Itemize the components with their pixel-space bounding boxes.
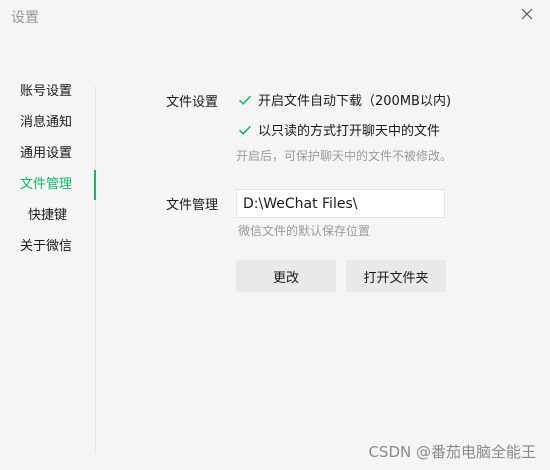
auto-download-label: 开启文件自动下载（200MB以内) <box>258 94 452 109</box>
close-button[interactable] <box>516 3 538 25</box>
sidebar-item-label: 通用设置 <box>20 146 73 161</box>
checkmark-icon <box>237 122 253 138</box>
sidebar-item-label: 账号设置 <box>20 84 73 99</box>
open-folder-button[interactable]: 打开文件夹 <box>346 260 446 292</box>
sidebar-item-general[interactable]: 通用设置 <box>0 138 96 169</box>
watermark: CSDN @番茄电脑全能王 <box>368 443 536 461</box>
checkmark-icon <box>237 92 253 108</box>
file-management-label: 文件管理 <box>166 198 219 213</box>
sidebar: 账号设置 消息通知 通用设置 文件管理 快捷键 关于微信 <box>0 76 96 262</box>
sidebar-item-shortcuts[interactable]: 快捷键 <box>0 200 96 231</box>
active-indicator <box>94 170 96 200</box>
sidebar-item-account[interactable]: 账号设置 <box>0 76 96 107</box>
auto-download-checkbox[interactable]: 开启文件自动下载（200MB以内) <box>237 90 451 109</box>
close-icon <box>521 8 533 20</box>
read-only-label: 以只读的方式打开聊天中的文件 <box>258 124 441 139</box>
sidebar-item-label: 快捷键 <box>28 208 68 223</box>
read-only-hint: 开启后，可保护聊天中的文件不被修改。 <box>236 149 453 163</box>
file-path-field[interactable] <box>236 189 445 218</box>
sidebar-item-label: 文件管理 <box>20 177 73 192</box>
sidebar-item-label: 消息通知 <box>20 115 73 130</box>
sidebar-item-file-management[interactable]: 文件管理 <box>0 169 96 200</box>
sidebar-item-notifications[interactable]: 消息通知 <box>0 107 96 138</box>
sidebar-divider <box>95 86 96 454</box>
file-settings-label: 文件设置 <box>166 95 219 110</box>
settings-window: 设置 账号设置 消息通知 通用设置 文件管理 快捷键 关于微信 文件设置 开启文… <box>0 0 550 470</box>
sidebar-item-about[interactable]: 关于微信 <box>0 231 96 262</box>
sidebar-item-label: 关于微信 <box>20 239 73 254</box>
window-title: 设置 <box>11 10 39 26</box>
change-button[interactable]: 更改 <box>236 260 336 292</box>
save-location-hint: 微信文件的默认保存位置 <box>238 224 371 238</box>
read-only-checkbox[interactable]: 以只读的方式打开聊天中的文件 <box>237 120 440 139</box>
